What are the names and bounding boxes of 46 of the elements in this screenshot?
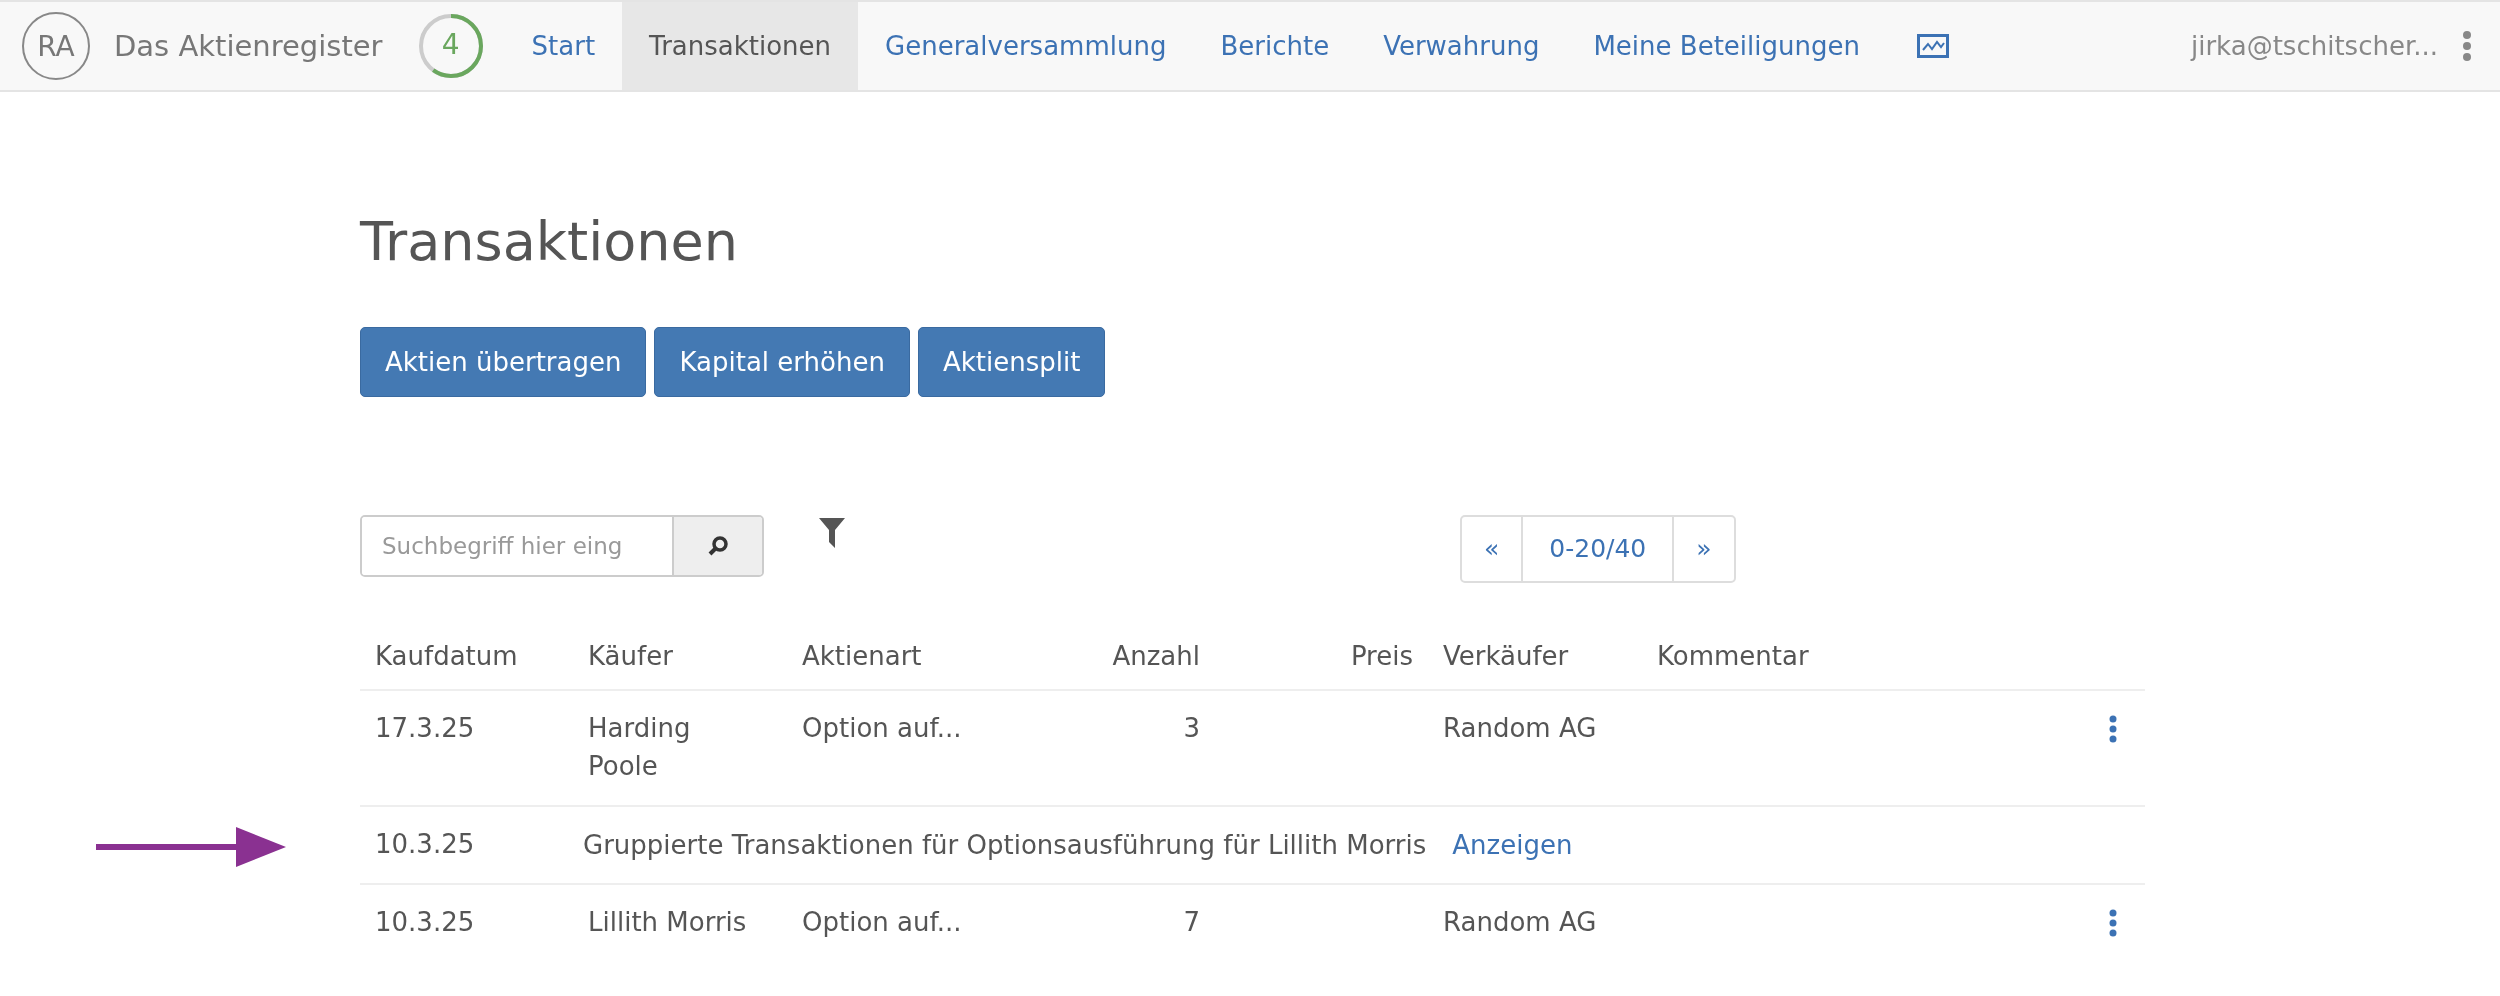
group-description: Gruppierte Transaktionen für Optionsausführung für Lillith Morris	[583, 829, 1427, 860]
brand-name[interactable]: Das Aktienregister	[114, 29, 383, 63]
progress-ring[interactable]: 4	[416, 12, 485, 80]
action-button[interactable]: Aktien übertragen	[360, 326, 647, 397]
table-cell-text: 10.3.25	[374, 905, 476, 939]
logo-initials[interactable]: RA	[22, 12, 90, 80]
nav-tab[interactable]: Berichte	[1193, 2, 1357, 90]
table-cell-text: Random AG	[1442, 905, 1598, 939]
column-header: Preis	[1349, 639, 1414, 673]
nav-tab[interactable]: Transaktionen	[622, 2, 859, 90]
chart-icon[interactable]	[1916, 34, 1949, 58]
table-cell-text: Option auf...	[801, 711, 963, 745]
filter-icon[interactable]	[818, 516, 846, 549]
column-header: Aktienart	[801, 639, 923, 673]
previous-page-button[interactable]: «	[1462, 516, 1522, 581]
table-cell-text: 10.3.25	[374, 827, 476, 861]
table-cell-text: 7	[1182, 905, 1201, 939]
column-header: Anzahl	[1111, 639, 1201, 673]
nav-tab[interactable]: Verwahrung	[1356, 2, 1567, 90]
page-range-button[interactable]: 0-20/40	[1521, 516, 1675, 581]
progress-count: 4	[440, 28, 461, 61]
user-email[interactable]: jirka@tschitscher...	[2191, 31, 2438, 61]
column-header: Verkäufer	[1442, 639, 1570, 673]
table-cell-text: 17.3.25	[374, 711, 476, 745]
search-button[interactable]	[672, 516, 762, 575]
more-menu-icon[interactable]	[2462, 30, 2472, 62]
column-header: Kommentar	[1656, 639, 1810, 673]
show-link[interactable]: Anzeigen	[1452, 829, 1573, 860]
next-page-button[interactable]: »	[1674, 516, 1734, 581]
table-cell-text: Option auf...	[801, 905, 963, 939]
search-icon	[706, 533, 730, 558]
page-title: Transaktionen	[360, 210, 739, 275]
nav-tab[interactable]: Meine Beteiligungen	[1566, 2, 1887, 90]
table-cell-text: 3	[1182, 711, 1201, 745]
action-button[interactable]: Aktiensplit	[917, 326, 1106, 397]
nav-tab[interactable]: Generalversammlung	[858, 2, 1194, 90]
column-header: Kaufdatum	[374, 639, 519, 673]
column-header: Käufer	[587, 639, 674, 673]
search-field[interactable]: Suchbegriff hier eing	[360, 514, 764, 577]
table-cell-text: Random AG	[1442, 711, 1598, 745]
table-cell-text: Lillith Morris	[587, 905, 748, 939]
row-menu-icon[interactable]	[2108, 714, 2117, 743]
row-menu-icon[interactable]	[2108, 908, 2117, 937]
action-button[interactable]: Kapital erhöhen	[654, 326, 910, 397]
nav-tab[interactable]: Start	[504, 2, 623, 90]
table-cell-text: Harding Poole	[587, 711, 692, 783]
